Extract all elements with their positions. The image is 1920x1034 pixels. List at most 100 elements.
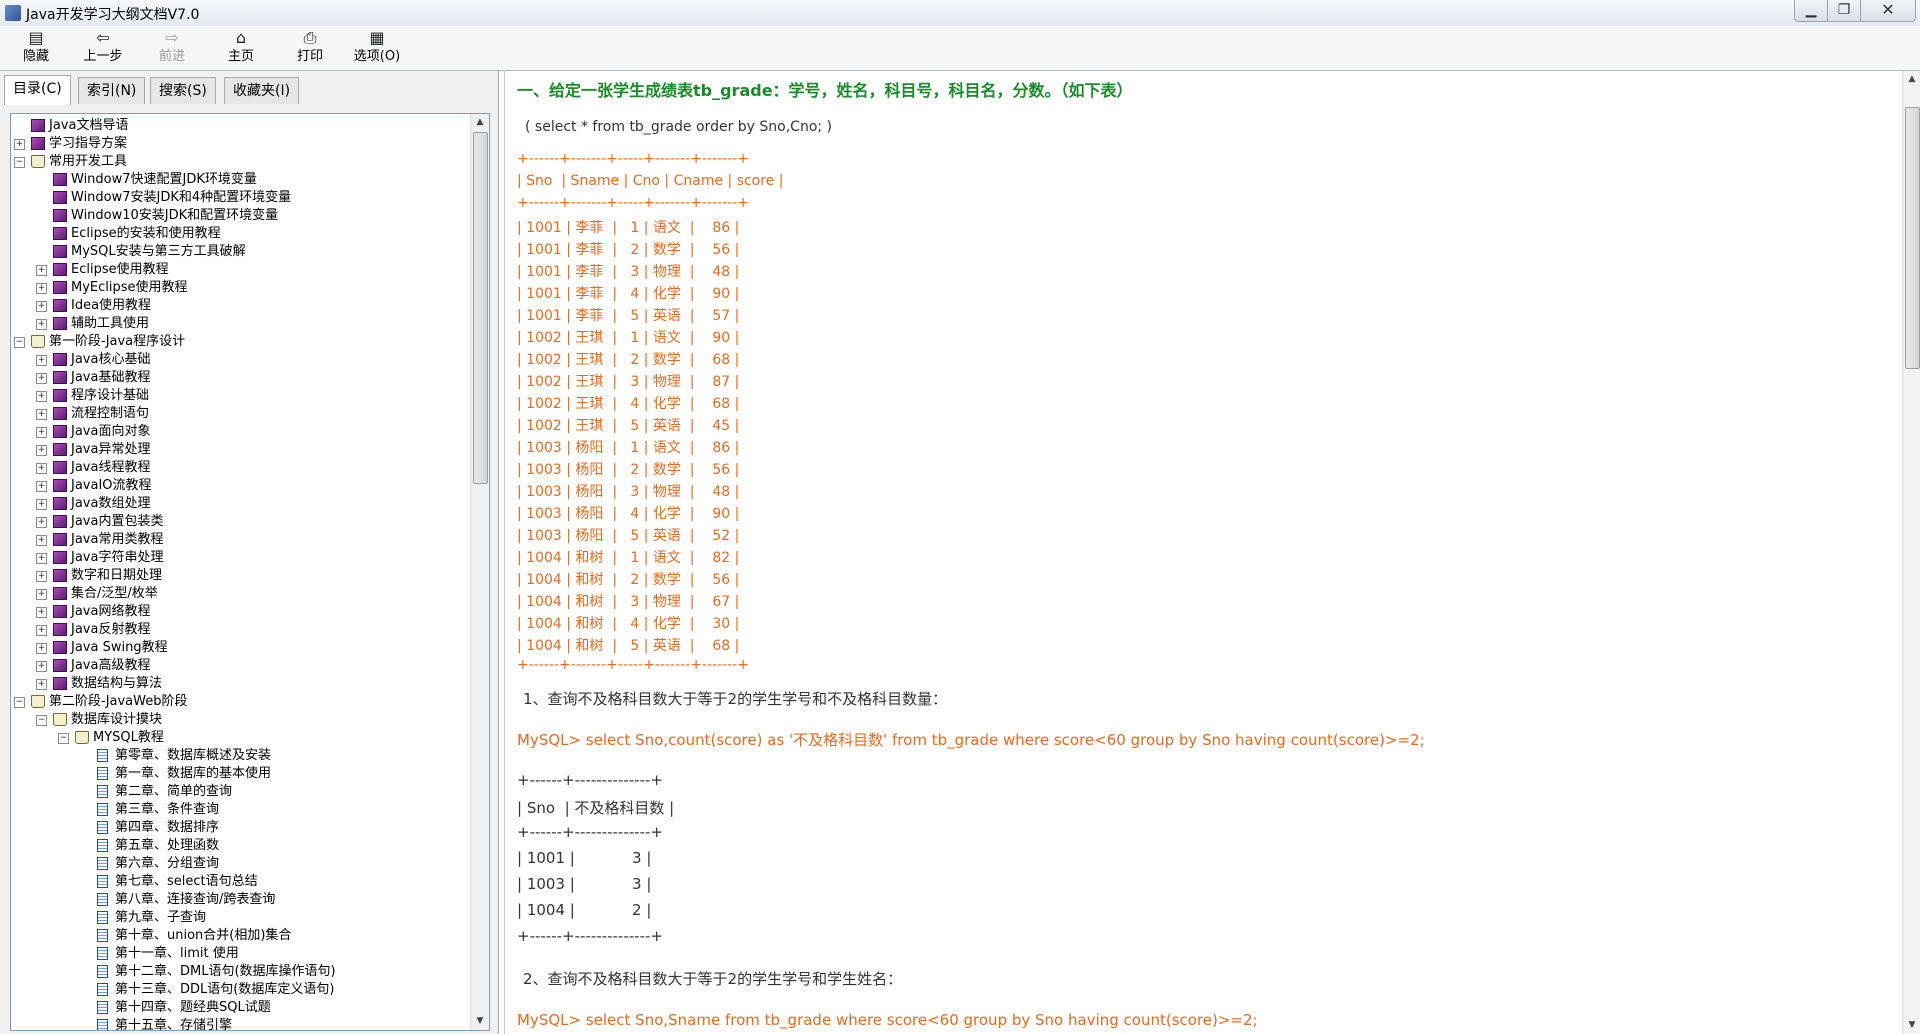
content-scroll-down-icon[interactable]: ▼ xyxy=(1903,1017,1920,1034)
tree-item[interactable]: + Java线程教程 xyxy=(11,459,469,477)
tab-search[interactable]: 搜索(S) xyxy=(150,77,216,104)
tree-item[interactable]: + Eclipse使用教程 xyxy=(11,261,469,279)
tree-item[interactable]: 第零章、数据库概述及安装 xyxy=(11,747,469,765)
tree-item[interactable]: 第三章、条件查询 xyxy=(11,801,469,819)
tree-item[interactable]: + Java常用类教程 xyxy=(11,531,469,549)
tree-scrollbar[interactable]: ▲ ▼ xyxy=(470,114,489,1030)
expand-icon[interactable]: + xyxy=(36,481,47,492)
expand-icon[interactable]: + xyxy=(36,409,47,420)
tree-item[interactable]: + Java高级教程 xyxy=(11,657,469,675)
expand-icon[interactable]: + xyxy=(36,625,47,636)
maximize-button[interactable]: ❐ xyxy=(1827,0,1861,22)
tree-item[interactable]: Eclipse的安装和使用教程 xyxy=(11,225,469,243)
tree-item[interactable]: − MYSQL教程 xyxy=(11,729,469,747)
expand-icon[interactable]: + xyxy=(36,517,47,528)
tree-item[interactable]: + 集合/泛型/枚举 xyxy=(11,585,469,603)
tab-contents[interactable]: 目录(C) xyxy=(4,75,71,105)
tree-item[interactable]: 第六章、分组查询 xyxy=(11,855,469,873)
tree-item[interactable]: + Java内置包装类 xyxy=(11,513,469,531)
expand-icon[interactable]: + xyxy=(36,391,47,402)
home-button[interactable]: ⌂ 主页 xyxy=(209,28,273,68)
tree-item[interactable]: + Java网络教程 xyxy=(11,603,469,621)
tree-item[interactable]: 第十五章、存储引擎 xyxy=(11,1017,469,1030)
tree-item[interactable]: 第十三章、DDL语句(数据库定义语句) xyxy=(11,981,469,999)
close-button[interactable]: ✕ xyxy=(1860,0,1916,22)
tree-item[interactable]: Window7安装JDK和4种配置环境变量 xyxy=(11,189,469,207)
forward-button[interactable]: ⇨ 前进 xyxy=(140,28,204,68)
tree-item[interactable]: 第十章、union合并(相加)集合 xyxy=(11,927,469,945)
content-scroll-thumb[interactable] xyxy=(1905,107,1920,369)
expand-icon[interactable]: + xyxy=(36,607,47,618)
expand-icon[interactable]: + xyxy=(36,463,47,474)
tree-item[interactable]: + 流程控制语句 xyxy=(11,405,469,423)
tree-item[interactable]: + 学习指导方案 xyxy=(11,135,469,153)
tree-item[interactable]: + Java核心基础 xyxy=(11,351,469,369)
expand-icon[interactable]: + xyxy=(36,553,47,564)
tree-item[interactable]: 第八章、连接查询/跨表查询 xyxy=(11,891,469,909)
scroll-up-arrow-icon[interactable]: ▲ xyxy=(471,114,489,131)
expand-icon[interactable]: + xyxy=(36,283,47,294)
tree-item[interactable]: − 数据库设计摸块 xyxy=(11,711,469,729)
expand-icon[interactable]: + xyxy=(36,319,47,330)
tree-item[interactable]: − 第一阶段-Java程序设计 xyxy=(11,333,469,351)
tree-item[interactable]: + Java Swing教程 xyxy=(11,639,469,657)
collapse-icon[interactable]: − xyxy=(14,697,25,708)
tree-item[interactable]: + Java异常处理 xyxy=(11,441,469,459)
tree-item[interactable]: 第十一章、limit 使用 xyxy=(11,945,469,963)
expand-icon[interactable]: + xyxy=(14,139,25,150)
tree-item[interactable]: 第十二章、DML语句(数据库操作语句) xyxy=(11,963,469,981)
expand-icon[interactable]: + xyxy=(36,445,47,456)
tree-item[interactable]: 第四章、数据排序 xyxy=(11,819,469,837)
tree-item[interactable]: Java文档导语 xyxy=(11,117,469,135)
tree-item[interactable]: + Java面向对象 xyxy=(11,423,469,441)
expand-icon[interactable]: + xyxy=(36,301,47,312)
collapse-icon[interactable]: − xyxy=(14,157,25,168)
collapse-icon[interactable]: − xyxy=(58,733,69,744)
tree-item[interactable]: Window10安装JDK和配置环境变量 xyxy=(11,207,469,225)
tree-item[interactable]: + 数据结构与算法 xyxy=(11,675,469,693)
tree-item[interactable]: 第二章、简单的查询 xyxy=(11,783,469,801)
tree-item[interactable]: Window7快速配置JDK环境变量 xyxy=(11,171,469,189)
tree-scroll-thumb[interactable] xyxy=(473,132,488,484)
expand-icon[interactable]: + xyxy=(36,499,47,510)
tree-item[interactable]: + Java字符串处理 xyxy=(11,549,469,567)
expand-icon[interactable]: + xyxy=(36,265,47,276)
tree-item[interactable]: MySQL安装与第三方工具破解 xyxy=(11,243,469,261)
expand-icon[interactable]: + xyxy=(36,589,47,600)
content-scrollbar[interactable]: ▲ ▼ xyxy=(1902,71,1920,1034)
back-button[interactable]: ⇦ 上一步 xyxy=(71,28,135,68)
tree-item[interactable]: + JavaIO流教程 xyxy=(11,477,469,495)
tree-item[interactable]: + Java基础教程 xyxy=(11,369,469,387)
tree-item[interactable]: + Java反射教程 xyxy=(11,621,469,639)
content-scroll-up-icon[interactable]: ▲ xyxy=(1903,71,1920,88)
tree-item[interactable]: − 常用开发工具 xyxy=(11,153,469,171)
expand-icon[interactable]: + xyxy=(36,679,47,690)
tab-favorites[interactable]: 收藏夹(I) xyxy=(224,77,300,104)
tree-item[interactable]: + Java数组处理 xyxy=(11,495,469,513)
tree-item[interactable]: + 数字和日期处理 xyxy=(11,567,469,585)
tab-index[interactable]: 索引(N) xyxy=(78,77,146,104)
options-button[interactable]: ▦ 选项(O) xyxy=(345,28,409,68)
tree-item[interactable]: 第十四章、题经典SQL试题 xyxy=(11,999,469,1017)
tree-item[interactable]: − 第二阶段-JavaWeb阶段 xyxy=(11,693,469,711)
tree-item[interactable]: + 辅助工具使用 xyxy=(11,315,469,333)
expand-icon[interactable]: + xyxy=(36,643,47,654)
tree-item[interactable]: 第一章、数据库的基本使用 xyxy=(11,765,469,783)
expand-icon[interactable]: + xyxy=(36,427,47,438)
collapse-icon[interactable]: − xyxy=(36,715,47,726)
tree-item[interactable]: 第七章、select语句总结 xyxy=(11,873,469,891)
expand-icon[interactable]: + xyxy=(36,373,47,384)
tree-item[interactable]: + 程序设计基础 xyxy=(11,387,469,405)
expand-icon[interactable]: + xyxy=(36,661,47,672)
tree-item[interactable]: + MyEclipse使用教程 xyxy=(11,279,469,297)
minimize-button[interactable]: ▁ xyxy=(1794,0,1828,22)
expand-icon[interactable]: + xyxy=(36,535,47,546)
expand-icon[interactable]: + xyxy=(36,355,47,366)
tree-item[interactable]: 第五章、处理函数 xyxy=(11,837,469,855)
collapse-icon[interactable]: − xyxy=(14,337,25,348)
expand-icon[interactable]: + xyxy=(36,571,47,582)
tree-item[interactable]: + Idea使用教程 xyxy=(11,297,469,315)
hide-button[interactable]: ▤ 隐藏 xyxy=(4,28,68,68)
scroll-down-arrow-icon[interactable]: ▼ xyxy=(471,1013,489,1030)
print-button[interactable]: ⎙ 打印 xyxy=(278,28,342,68)
